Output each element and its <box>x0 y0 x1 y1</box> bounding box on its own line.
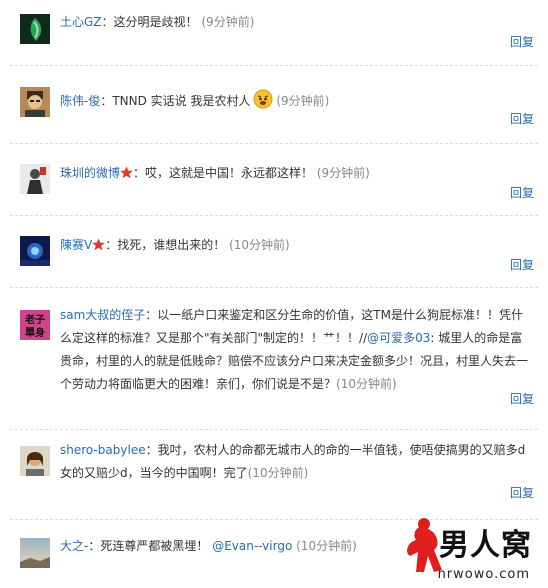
comment-text: ：死连尊严都被黑埋！ <box>88 539 209 553</box>
timestamp: (10分钟前) <box>296 539 357 553</box>
comment-item: 陈伟-俊：TNND 实话说 我是农村人 (9分钟前) 回复 <box>0 66 548 144</box>
reply-button[interactable]: 回复 <box>510 390 534 407</box>
comment-item: shero-babylee：我吋，农村人的命都无城市人的命的一半值钱，使唔使搞男… <box>0 430 548 520</box>
comment-text: ：TNND 实话说 我是农村人 <box>100 94 251 108</box>
timestamp: (9分钟前) <box>316 166 370 180</box>
watermark-brand: 男人窝 <box>439 528 532 563</box>
reply-button[interactable]: 回复 <box>510 484 534 501</box>
comment-text: ：哎，这就是中国！永远都这样！ <box>133 166 314 180</box>
reply-button[interactable]: 回复 <box>510 33 534 50</box>
comment-item: 陳赛V ：找死，谁想出来的！ (10分钟前) 回复 <box>0 216 548 288</box>
username-link[interactable]: 土心GZ <box>60 15 102 29</box>
avatar[interactable]: 老子 單身 <box>20 310 50 340</box>
avatar-image <box>20 236 50 266</box>
avatar-image <box>20 164 50 194</box>
comment-body: 珠圳的微博 ：哎，这就是中国！永远都这样！ (9分钟前) <box>60 162 534 185</box>
watermark-url: nrwowo.com <box>437 567 530 582</box>
comment-body: sam大叔的侄子：以一纸户口来鉴定和区分生命的价值，这TM是什么狗屁标准！！凭什… <box>60 304 534 396</box>
reply-button[interactable]: 回复 <box>510 256 534 273</box>
username-link[interactable]: 陳赛V <box>60 238 92 252</box>
comment-body: shero-babylee：我吋，农村人的命都无城市人的命的一半值钱，使唔使搞男… <box>60 439 534 485</box>
reply-button[interactable]: 回复 <box>510 184 534 201</box>
avatar-image <box>20 538 50 568</box>
avatar[interactable] <box>20 14 50 44</box>
star-icon <box>92 236 105 251</box>
username-link[interactable]: sam大叔的侄子 <box>60 308 145 322</box>
avatar-image <box>20 14 50 44</box>
timestamp: (10分钟前) <box>336 377 397 391</box>
username-link[interactable]: 珠圳的微博 <box>60 166 120 180</box>
avatar[interactable] <box>20 446 50 476</box>
username-link[interactable]: 陈伟-俊 <box>60 94 100 108</box>
timestamp: (9分钟前) <box>276 94 330 108</box>
comment-item: 珠圳的微博 ：哎，这就是中国！永远都这样！ (9分钟前) 回复 <box>0 144 548 216</box>
avatar-image: 老子 單身 <box>20 310 50 340</box>
comment-text: ：找死，谁想出来的！ <box>105 238 226 252</box>
avatar-image <box>20 446 50 476</box>
comment-feed: 土心GZ：这分明是歧视！ (9分钟前) 回复 陈伟-俊：TNND 实话说 我是农… <box>0 0 548 588</box>
avatar[interactable] <box>20 538 50 568</box>
avatar[interactable] <box>20 87 50 117</box>
comment-body: 土心GZ：这分明是歧视！ (9分钟前) <box>60 11 534 34</box>
timestamp: (9分钟前) <box>201 15 255 29</box>
avatar[interactable] <box>20 236 50 266</box>
timestamp: (10分钟前) <box>229 238 290 252</box>
comment-body: 陈伟-俊：TNND 实话说 我是农村人 (9分钟前) <box>60 89 534 113</box>
comment-item: 老子 單身 sam大叔的侄子：以一纸户口来鉴定和区分生命的价值，这TM是什么狗屁… <box>0 288 548 430</box>
svg-text:老子: 老子 <box>24 313 45 326</box>
comment-text: ：这分明是歧视！ <box>101 15 198 29</box>
comment-item: 土心GZ：这分明是歧视！ (9分钟前) 回复 <box>0 0 548 66</box>
watermark-logo: 男人窝 nrwowo.com <box>394 516 542 586</box>
mention-link[interactable]: @可爱多03 <box>367 331 430 345</box>
svg-text:單身: 單身 <box>25 326 45 339</box>
avatar-image <box>20 87 50 117</box>
username-link[interactable]: shero-babylee <box>60 443 146 457</box>
username-link[interactable]: 大之- <box>60 539 88 553</box>
angry-face-icon <box>253 89 273 109</box>
timestamp: (10分钟前) <box>247 466 309 480</box>
star-icon <box>120 164 133 179</box>
avatar[interactable] <box>20 164 50 194</box>
comment-body: 陳赛V ：找死，谁想出来的！ (10分钟前) <box>60 234 534 257</box>
reply-button[interactable]: 回复 <box>510 110 534 127</box>
mention-link[interactable]: @Evan--virgo <box>212 539 292 553</box>
